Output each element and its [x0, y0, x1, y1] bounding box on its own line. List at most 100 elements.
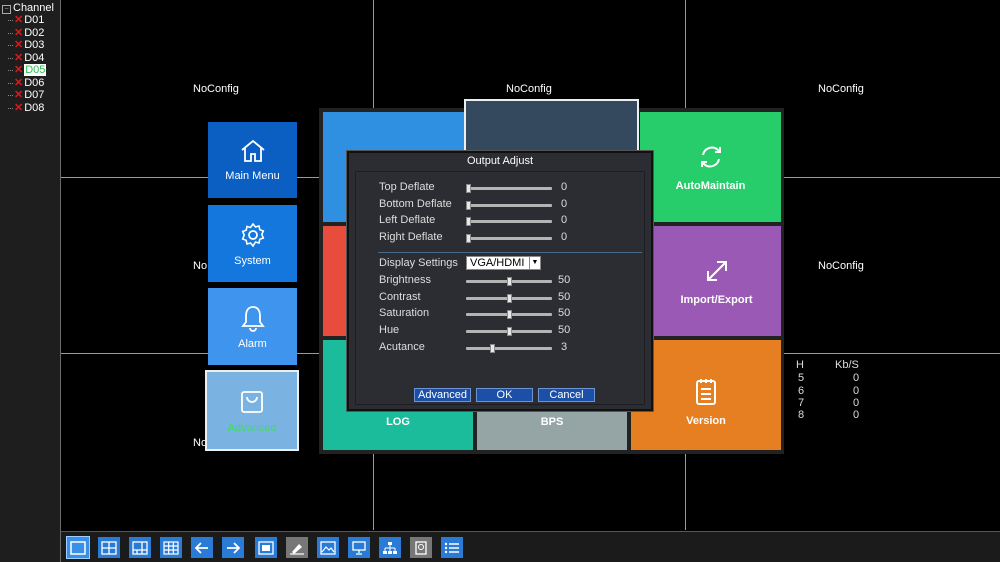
acutance-label: Acutance	[379, 341, 425, 353]
channel-item-label: D06	[24, 76, 45, 89]
tile-import-export-label: Import/Export	[680, 293, 753, 306]
display-settings-select[interactable]: VGA/HDMI ▼	[466, 256, 541, 270]
channel-status-label-partial: No	[193, 260, 208, 272]
tile-main-menu[interactable]: Main Menu	[208, 122, 297, 198]
tile-alarm-label: Alarm	[238, 337, 267, 350]
tile-backup[interactable]	[464, 99, 639, 154]
top-deflate-label: Top Deflate	[379, 181, 435, 193]
contrast-slider[interactable]	[466, 294, 552, 303]
channel-item-d06[interactable]: ✕D06	[8, 77, 46, 90]
channel-item-label: D03	[24, 39, 45, 51]
network-button[interactable]	[379, 537, 401, 558]
slider-thumb[interactable]	[466, 234, 471, 243]
fullscreen-button[interactable]	[255, 537, 277, 558]
hue-slider[interactable]	[466, 327, 552, 336]
disconnected-x-icon: ✕	[14, 76, 24, 89]
slider-thumb[interactable]	[466, 184, 471, 193]
next-button[interactable]	[222, 537, 244, 558]
tile-version[interactable]: Version	[631, 340, 781, 450]
single-view-icon	[70, 540, 86, 555]
slider-thumb[interactable]	[507, 327, 512, 336]
quad-view-button[interactable]	[98, 537, 120, 558]
disconnected-x-icon: ✕	[14, 101, 24, 114]
bps-header-kbs: Kb/S	[835, 359, 859, 371]
tile-alarm-red[interactable]	[323, 226, 349, 336]
expand-arrows-icon	[706, 260, 727, 281]
channel-item-d02[interactable]: ✕D02	[8, 27, 46, 40]
saturation-slider[interactable]	[466, 310, 552, 319]
channel-item-d04[interactable]: ✕D04	[8, 52, 46, 65]
acutance-slider[interactable]	[466, 344, 552, 353]
tile-import-export[interactable]: Import/Export	[652, 226, 781, 336]
nine-view-button[interactable]	[160, 537, 182, 558]
ok-button[interactable]: OK	[476, 388, 533, 402]
bottom-deflate-slider[interactable]	[466, 201, 552, 210]
hdd-button[interactable]	[410, 537, 432, 558]
saturation-value: 50	[558, 307, 571, 319]
bps-cell: 0	[853, 385, 860, 397]
menu-list-button[interactable]	[441, 537, 463, 558]
bps-cell: 0	[853, 397, 860, 409]
dialog-title: Output Adjust	[466, 155, 534, 167]
bps-cell: 0	[853, 409, 860, 421]
minus-box-icon[interactable]: −	[2, 5, 11, 14]
picture-color-button[interactable]	[317, 537, 339, 558]
bottom-toolbar	[61, 531, 1000, 562]
channel-status-label: NoConfig	[818, 260, 864, 272]
tile-system[interactable]: System	[208, 205, 297, 282]
channel-item-d01[interactable]: ✕D01	[8, 14, 46, 27]
ptz-button[interactable]	[286, 537, 308, 558]
section-divider	[378, 252, 642, 253]
left-deflate-value: 0	[561, 214, 568, 226]
tile-log-label: LOG	[386, 416, 410, 428]
right-deflate-slider[interactable]	[466, 234, 552, 243]
bell-icon	[240, 305, 265, 332]
channel-item-d07[interactable]: ✕D07	[8, 89, 46, 102]
slider-thumb[interactable]	[466, 201, 471, 210]
slider-thumb[interactable]	[507, 310, 512, 319]
hue-value: 50	[558, 324, 571, 336]
brightness-slider[interactable]	[466, 277, 552, 286]
channel-status-label: NoConfig	[193, 83, 239, 95]
slider-thumb[interactable]	[466, 217, 471, 226]
channel-item-d08[interactable]: ✕D08	[8, 102, 46, 115]
cancel-button[interactable]: Cancel	[538, 388, 595, 402]
output-button[interactable]	[348, 537, 370, 558]
slider-thumb[interactable]	[507, 294, 512, 303]
six-view-button[interactable]	[129, 537, 151, 558]
ptz-icon	[290, 543, 304, 555]
channel-tree-root[interactable]: − Channel	[2, 2, 54, 14]
channel-status-label: NoConfig	[506, 83, 552, 95]
slider-thumb[interactable]	[490, 344, 495, 353]
dialog-body: Top Deflate 0 Bottom Deflate 0 Left Defl…	[355, 171, 645, 405]
disconnected-x-icon: ✕	[14, 64, 24, 76]
left-deflate-slider[interactable]	[466, 217, 552, 226]
disconnected-x-icon: ✕	[14, 26, 24, 39]
channel-item-label: D08	[24, 101, 45, 114]
channel-item-d03[interactable]: ✕D03	[8, 39, 46, 52]
brightness-label: Brightness	[379, 274, 431, 286]
advanced-button[interactable]: Advanced	[414, 388, 471, 402]
slider-thumb[interactable]	[507, 277, 512, 286]
top-deflate-slider[interactable]	[466, 184, 552, 193]
bps-cell: 7	[798, 397, 805, 409]
tile-automaintain[interactable]: AutoMaintain	[640, 112, 781, 222]
tile-alarm[interactable]: Alarm	[208, 288, 297, 365]
left-deflate-label: Left Deflate	[379, 214, 436, 226]
hue-label: Hue	[379, 324, 400, 336]
bottom-deflate-label: Bottom Deflate	[379, 198, 452, 210]
channel-item-label: D02	[24, 26, 45, 39]
tile-advanced[interactable]: Advanced	[205, 370, 299, 451]
output-icon	[352, 540, 366, 555]
top-deflate-value: 0	[561, 181, 568, 193]
previous-button[interactable]	[191, 537, 213, 558]
hdd-icon	[415, 540, 427, 555]
channel-status-label: NoConfig	[818, 83, 864, 95]
channel-item-label: D05	[24, 64, 47, 76]
bps-cell: 8	[798, 409, 805, 421]
bps-cell: 6	[798, 385, 805, 397]
disconnected-x-icon: ✕	[14, 39, 24, 51]
channel-item-d05[interactable]: ✕ D05	[8, 64, 47, 77]
chevron-down-icon[interactable]: ▼	[529, 257, 540, 269]
single-view-button[interactable]	[66, 536, 90, 559]
